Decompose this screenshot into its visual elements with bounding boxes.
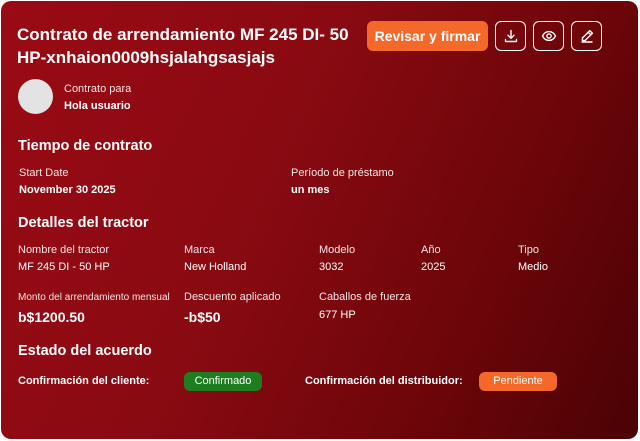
- start-date-label: Start Date: [19, 167, 69, 179]
- model-value: 3032: [319, 261, 344, 273]
- brand-label: Marca: [184, 244, 215, 256]
- year-label: Año: [421, 244, 441, 256]
- pencil-icon: [580, 29, 593, 43]
- dealer-status-badge: Pendiente: [479, 372, 557, 391]
- monthly-amount-label: Monto del arrendamiento mensual: [18, 292, 170, 303]
- tractor-name-value: MF 245 DI - 50 HP: [18, 261, 110, 273]
- review-sign-button[interactable]: Revisar y firmar: [367, 21, 488, 51]
- discount-label: Descuento aplicado: [184, 291, 281, 303]
- contract-for-name: Hola usuario: [64, 100, 131, 112]
- agreement-status-heading: Estado del acuerdo: [18, 343, 152, 359]
- discount-value: -b$50: [184, 309, 221, 325]
- download-icon: [504, 29, 517, 43]
- contract-card: Contrato de arrendamiento MF 245 DI- 50 …: [1, 1, 638, 439]
- edit-button[interactable]: [571, 21, 602, 51]
- loan-period-label: Período de préstamo: [291, 167, 394, 179]
- tractor-name-label: Nombre del tractor: [18, 244, 110, 256]
- download-button[interactable]: [495, 21, 526, 51]
- dealer-confirmation-label: Confirmación del distribuidor:: [305, 375, 463, 387]
- brand-value: New Holland: [184, 261, 247, 273]
- horsepower-value: 677 HP: [319, 309, 356, 321]
- contract-title: Contrato de arrendamiento MF 245 DI- 50 …: [17, 25, 349, 67]
- loan-period-value: un mes: [291, 184, 330, 196]
- view-button[interactable]: [533, 21, 564, 51]
- client-confirmation-label: Confirmación del cliente:: [18, 375, 150, 387]
- start-date-value: November 30 2025: [19, 184, 116, 196]
- eye-icon: [541, 30, 556, 42]
- horsepower-label: Caballos de fuerza: [319, 291, 411, 303]
- monthly-amount-value: b$1200.50: [18, 309, 85, 325]
- client-status-badge: Confirmado: [184, 372, 262, 391]
- tractor-details-heading: Detalles del tractor: [18, 215, 149, 231]
- avatar: [18, 79, 53, 114]
- contract-time-heading: Tiempo de contrato: [18, 138, 153, 154]
- year-value: 2025: [421, 261, 446, 273]
- contract-for-label: Contrato para: [64, 83, 132, 95]
- type-value: Medio: [518, 261, 548, 273]
- type-label: Tipo: [518, 244, 539, 256]
- model-label: Modelo: [319, 244, 356, 256]
